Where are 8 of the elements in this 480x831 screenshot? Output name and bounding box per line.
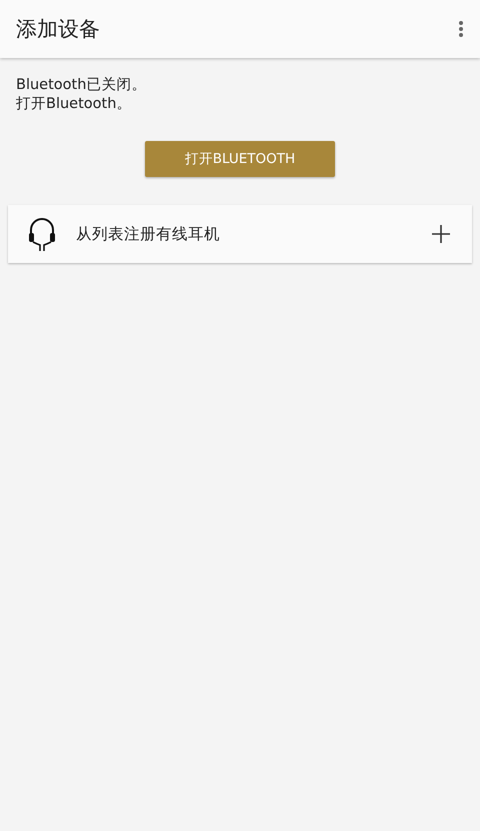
list-item[interactable]: 从列表注册有线耳机	[8, 205, 472, 263]
headphones-icon	[28, 216, 56, 252]
item-label: 从列表注册有线耳机	[76, 224, 221, 244]
status-message: 打开Bluetooth。	[16, 95, 132, 114]
page-title: 添加设备	[16, 16, 100, 43]
more-options-icon[interactable]	[458, 20, 464, 38]
add-icon[interactable]	[432, 225, 450, 243]
status-message: Bluetooth已关闭。	[16, 76, 148, 95]
